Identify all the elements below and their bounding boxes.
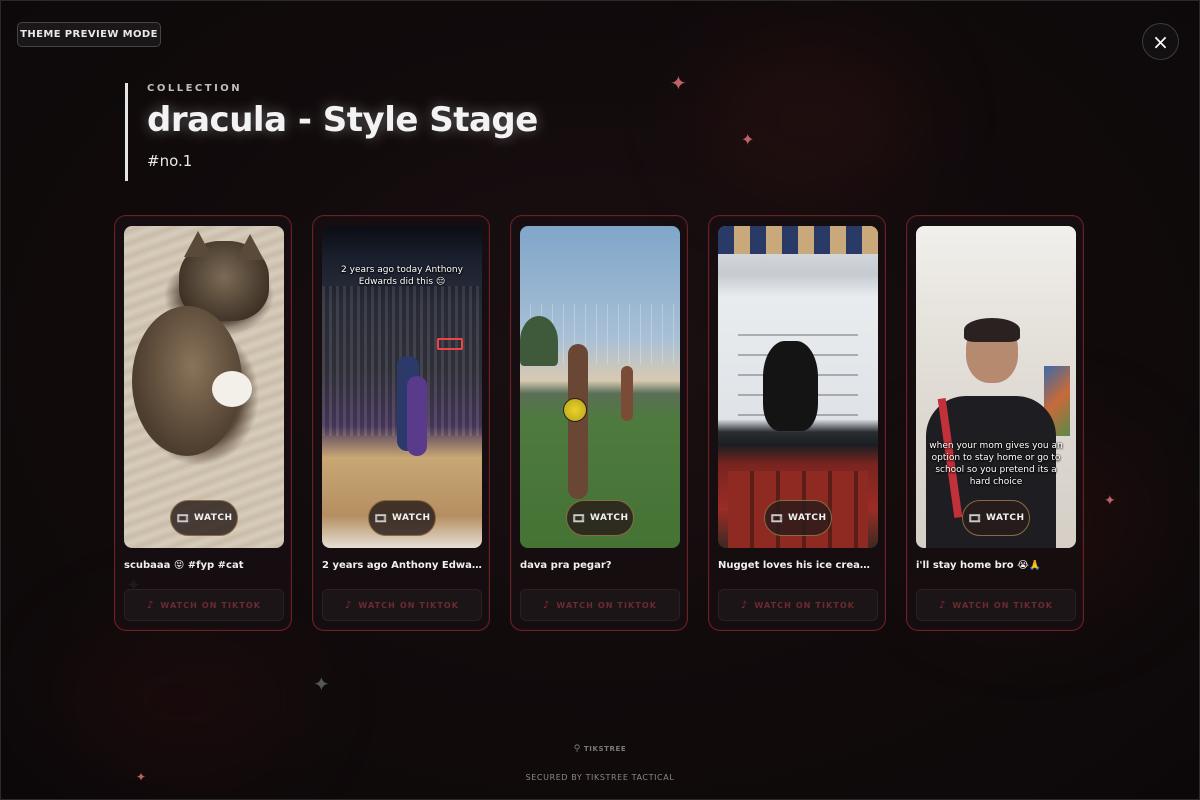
watch-label: WATCH: [193, 513, 233, 523]
watch-label: WATCH: [787, 513, 827, 523]
video-card[interactable]: 🎞 WATCH scubaaa 😝 #fyp #cat ♪ WATCH ON T…: [114, 215, 292, 631]
film-icon: 🎞: [571, 511, 586, 525]
background-glow: [700, 40, 920, 200]
video-caption: 2 years ago Anthony Edwards du...: [322, 560, 482, 571]
sparkle-icon: ✦: [741, 130, 755, 149]
puppy-shape: [763, 341, 818, 431]
tree-shape: [520, 316, 558, 366]
watch-label: WATCH: [391, 513, 431, 523]
ball-shape: [563, 398, 587, 422]
cat-paw-shape: [212, 371, 252, 407]
video-thumbnail[interactable]: 2 years ago today Anthony Edwards did th…: [322, 226, 482, 548]
video-card[interactable]: when your mom gives you an option to sta…: [906, 215, 1084, 631]
boy-shape: [621, 366, 633, 421]
watch-on-tiktok-button[interactable]: ♪ WATCH ON TIKTOK: [322, 589, 482, 621]
video-caption: scubaaa 😝 #fyp #cat: [124, 560, 244, 571]
theme-preview-badge: THEME PREVIEW MODE: [17, 22, 161, 47]
video-card-list: 🎞 WATCH scubaaa 😝 #fyp #cat ♪ WATCH ON T…: [114, 215, 1084, 631]
pin-icon: ⚲: [573, 744, 581, 754]
ice-cream-shelf-shape: [718, 226, 878, 254]
watch-button[interactable]: 🎞 WATCH: [962, 500, 1030, 536]
video-caption: Nugget loves his ice cream #nug...: [718, 560, 878, 571]
film-icon: 🎞: [373, 511, 388, 525]
collection-subtitle: #no.1: [147, 152, 193, 170]
hoop-shape: [437, 338, 463, 350]
tiktok-icon: ♪: [740, 599, 749, 611]
tiktok-icon: ♪: [938, 599, 947, 611]
watch-on-tiktok-label: WATCH ON TIKTOK: [358, 600, 460, 610]
film-icon: 🎞: [175, 511, 190, 525]
watch-button[interactable]: 🎞 WATCH: [764, 500, 832, 536]
watch-on-tiktok-button[interactable]: ♪ WATCH ON TIKTOK: [718, 589, 878, 621]
watch-on-tiktok-label: WATCH ON TIKTOK: [160, 600, 262, 610]
footer-secured-text: SECURED BY TIKSTREE TACTICAL: [525, 773, 675, 782]
video-overlay-text: when your mom gives you an option to sta…: [929, 441, 1063, 487]
cat-ear-shape: [236, 234, 264, 260]
watch-on-tiktok-button[interactable]: ♪ WATCH ON TIKTOK: [124, 589, 284, 621]
watch-on-tiktok-label: WATCH ON TIKTOK: [556, 600, 658, 610]
collection-eyebrow: COLLECTION: [147, 83, 243, 94]
tiktok-icon: ♪: [146, 599, 155, 611]
sparkle-icon: ✦: [313, 672, 330, 696]
background-glow: [60, 620, 300, 780]
video-thumbnail[interactable]: when your mom gives you an option to sta…: [916, 226, 1076, 548]
video-thumbnail[interactable]: 🎞 WATCH: [718, 226, 878, 548]
watch-on-tiktok-button[interactable]: ♪ WATCH ON TIKTOK: [520, 589, 680, 621]
video-caption: i'll stay home bro 😭🙏: [916, 560, 1042, 571]
film-icon: 🎞: [967, 511, 982, 525]
video-card[interactable]: 2 years ago today Anthony Edwards did th…: [312, 215, 490, 631]
tiktok-icon: ♪: [542, 599, 551, 611]
hair-shape: [964, 318, 1020, 342]
close-button[interactable]: ×: [1142, 23, 1179, 60]
video-card[interactable]: 🎞 WATCH Nugget loves his ice cream #nug.…: [708, 215, 886, 631]
watch-on-tiktok-button[interactable]: ♪ WATCH ON TIKTOK: [916, 589, 1076, 621]
sparkle-icon: ✦: [1104, 493, 1116, 509]
video-thumbnail[interactable]: 🎞 WATCH: [520, 226, 680, 548]
close-icon: ×: [1152, 29, 1169, 54]
watch-on-tiktok-label: WATCH ON TIKTOK: [952, 600, 1054, 610]
watch-on-tiktok-label: WATCH ON TIKTOK: [754, 600, 856, 610]
tiktok-icon: ♪: [344, 599, 353, 611]
sparkle-icon: ✦: [670, 71, 687, 95]
player-shape: [407, 376, 427, 456]
video-card[interactable]: 🎞 WATCH dava pra pegar? ♪ WATCH ON TIKTO…: [510, 215, 688, 631]
footer-logo-text: TIKSTREE: [583, 745, 627, 753]
collection-header: COLLECTION dracula - Style Stage #no.1: [125, 83, 538, 181]
page-title: dracula - Style Stage: [147, 100, 538, 140]
video-caption: dava pra pegar?: [520, 560, 612, 571]
video-thumbnail[interactable]: 🎞 WATCH: [124, 226, 284, 548]
cat-ear-shape: [184, 231, 212, 257]
watch-label: WATCH: [985, 513, 1025, 523]
watch-button[interactable]: 🎞 WATCH: [368, 500, 436, 536]
film-icon: 🎞: [769, 511, 784, 525]
watch-label: WATCH: [589, 513, 629, 523]
watch-button[interactable]: 🎞 WATCH: [566, 500, 634, 536]
watch-button[interactable]: 🎞 WATCH: [170, 500, 238, 536]
footer-logo: ⚲ TIKSTREE: [0, 744, 1200, 754]
video-overlay-text: 2 years ago today Anthony Edwards did th…: [341, 265, 463, 287]
